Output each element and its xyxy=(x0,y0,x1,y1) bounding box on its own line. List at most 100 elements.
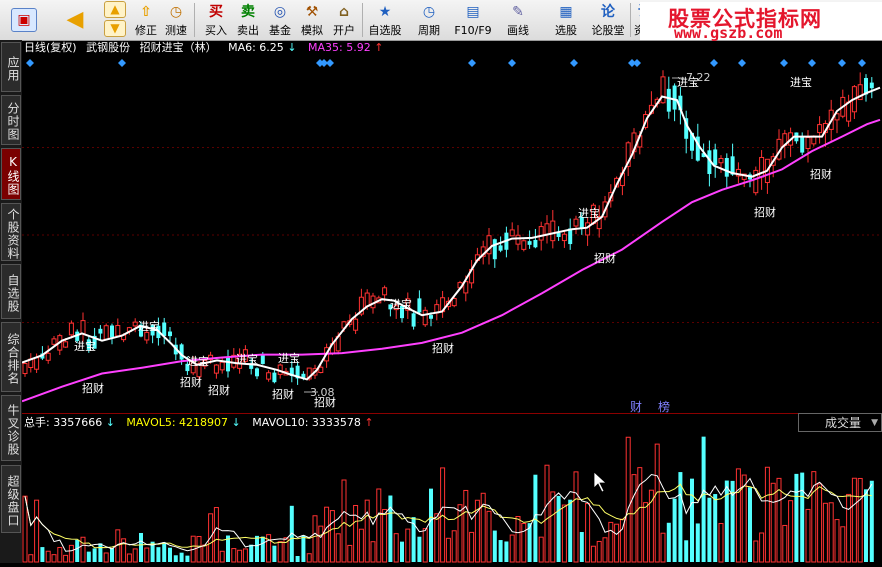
sell-signal-label: 招财 xyxy=(272,387,294,401)
mouse-cursor-icon xyxy=(593,471,608,493)
volume-bar xyxy=(126,553,132,563)
candle-body xyxy=(805,137,811,150)
volume-bar xyxy=(869,480,874,562)
candle-body xyxy=(724,157,729,177)
volume-bar xyxy=(735,468,741,563)
down-arrow-icon[interactable]: ▼ xyxy=(104,20,126,37)
sell-button[interactable]: 卖卖出 xyxy=(232,0,264,40)
volume-bar xyxy=(800,472,805,562)
signal-marker xyxy=(570,59,578,67)
forum-button[interactable]: 论论股堂 xyxy=(588,0,628,40)
ma6-arrow-icon: ↓ xyxy=(287,41,297,54)
left-tab-7[interactable]: 超级盘口 xyxy=(1,465,21,533)
signal-marker xyxy=(838,59,846,67)
volume-bar xyxy=(110,548,114,562)
volume-bar xyxy=(463,489,469,563)
volume-bar xyxy=(550,491,556,563)
candle-body xyxy=(226,356,230,372)
left-tab-3[interactable]: 个股资料 xyxy=(1,203,21,261)
volume-bar xyxy=(318,525,324,563)
clock-icon: ◷ xyxy=(422,4,436,20)
candle-body xyxy=(538,226,544,241)
signal-marker xyxy=(633,59,641,67)
volume-bar xyxy=(434,513,440,563)
f10-label: F10/F9 xyxy=(454,24,492,37)
volume-bar xyxy=(28,554,34,563)
left-tab-4[interactable]: 自选股 xyxy=(1,264,21,319)
indicator-name: 招财进宝（林） xyxy=(139,41,217,54)
left-tab-2[interactable]: K线图 xyxy=(1,148,21,200)
volume-bar xyxy=(98,543,103,562)
candle-body xyxy=(527,241,532,245)
volume-bar xyxy=(701,436,706,562)
sell-signal-label: 招财 xyxy=(208,383,230,397)
volume-bar xyxy=(306,553,312,563)
ma35-value: MA35: 5.92 xyxy=(308,41,371,54)
volume-bar xyxy=(162,542,167,562)
volume-bar xyxy=(301,535,306,562)
volume-bar xyxy=(782,524,788,563)
left-tab-6[interactable]: 牛叉诊股 xyxy=(1,395,21,461)
signal-marker xyxy=(780,59,788,67)
candle-body xyxy=(521,240,527,250)
sell-icon: 卖 xyxy=(241,4,255,20)
volume-bar xyxy=(486,510,492,563)
open-account-button[interactable]: ⌂ 开户 xyxy=(328,0,360,40)
volume-info-bar: 总手: 3357666 ↓ MAVOL5: 4218907 ↓ MAVOL10:… xyxy=(24,416,374,430)
volume-bar xyxy=(718,523,724,563)
left-tab-0[interactable]: 应用 xyxy=(1,42,21,92)
period-button[interactable]: ◷ 周期 xyxy=(408,0,450,40)
f10-button[interactable]: ▤ F10/F9 xyxy=(450,0,496,40)
draw-line-button[interactable]: ✎ 画线 xyxy=(498,0,538,40)
volume-bar xyxy=(86,551,91,562)
up-arrow-icon[interactable]: ▲ xyxy=(104,1,126,18)
event-label-bang: 榜 xyxy=(658,399,670,414)
volume-bar xyxy=(817,483,823,563)
volume-bar xyxy=(469,531,475,563)
candle-body xyxy=(573,218,579,227)
volume-bar xyxy=(277,541,283,563)
volume-bar xyxy=(80,536,86,563)
candle-body xyxy=(846,101,852,122)
candle-body xyxy=(22,363,28,375)
stock-picker-button[interactable]: ▦ 选股 xyxy=(546,0,586,40)
candle-body xyxy=(80,320,86,335)
volume-bar xyxy=(382,508,388,563)
buy-button[interactable]: 买买入 xyxy=(200,0,232,40)
stock-name: 武钢股份 xyxy=(86,41,131,54)
signal-marker xyxy=(738,59,746,67)
nav-updown[interactable]: ▲ ▼ xyxy=(102,0,128,40)
candle-body xyxy=(115,324,121,337)
app-logo-icon[interactable]: ▣ xyxy=(2,0,46,40)
volume-bar xyxy=(690,478,694,562)
candle-body xyxy=(144,331,150,341)
left-tab-1[interactable]: 分时图 xyxy=(1,95,21,145)
volume-bar xyxy=(173,555,178,562)
sell-signal-label: 招财 xyxy=(432,341,454,355)
candle-body xyxy=(34,357,40,370)
volume-bar xyxy=(185,555,190,562)
fund-button[interactable]: ◎ 基金 xyxy=(264,0,296,40)
correct-button[interactable]: ⇧ 修正 xyxy=(130,0,162,40)
forum-icon: 论 xyxy=(601,4,615,20)
hammer-icon: ⚒ xyxy=(305,4,319,20)
sell-label: 卖出 xyxy=(237,24,259,37)
watchlist-label: 自选股 xyxy=(368,24,402,37)
left-tab-5[interactable]: 综合排名 xyxy=(1,322,21,392)
volume-bar xyxy=(103,552,109,563)
candle-body xyxy=(353,318,359,331)
watchlist-button[interactable]: ★ 自选股 xyxy=(364,0,406,40)
simulate-button[interactable]: ⚒ 模拟 xyxy=(296,0,328,40)
candle-body xyxy=(533,239,538,248)
indicator-select[interactable]: 成交量 ▼ xyxy=(798,413,882,432)
buy-label: 买入 xyxy=(205,24,227,37)
volume-bar xyxy=(625,436,631,563)
candle-body xyxy=(672,85,677,110)
chart-svg[interactable]: 进宝进宝进宝 进宝 进宝进宝进宝进宝 进宝招财 招财招财 招财招财招财招财招财招财7.22… xyxy=(21,40,882,563)
volume-bar xyxy=(857,477,863,563)
signal-marker xyxy=(858,59,866,67)
speedtest-button[interactable]: ◷ 测速 xyxy=(160,0,192,40)
back-button[interactable]: ◀ xyxy=(60,0,90,40)
volume-bar xyxy=(139,532,143,562)
candle-body xyxy=(411,313,416,327)
